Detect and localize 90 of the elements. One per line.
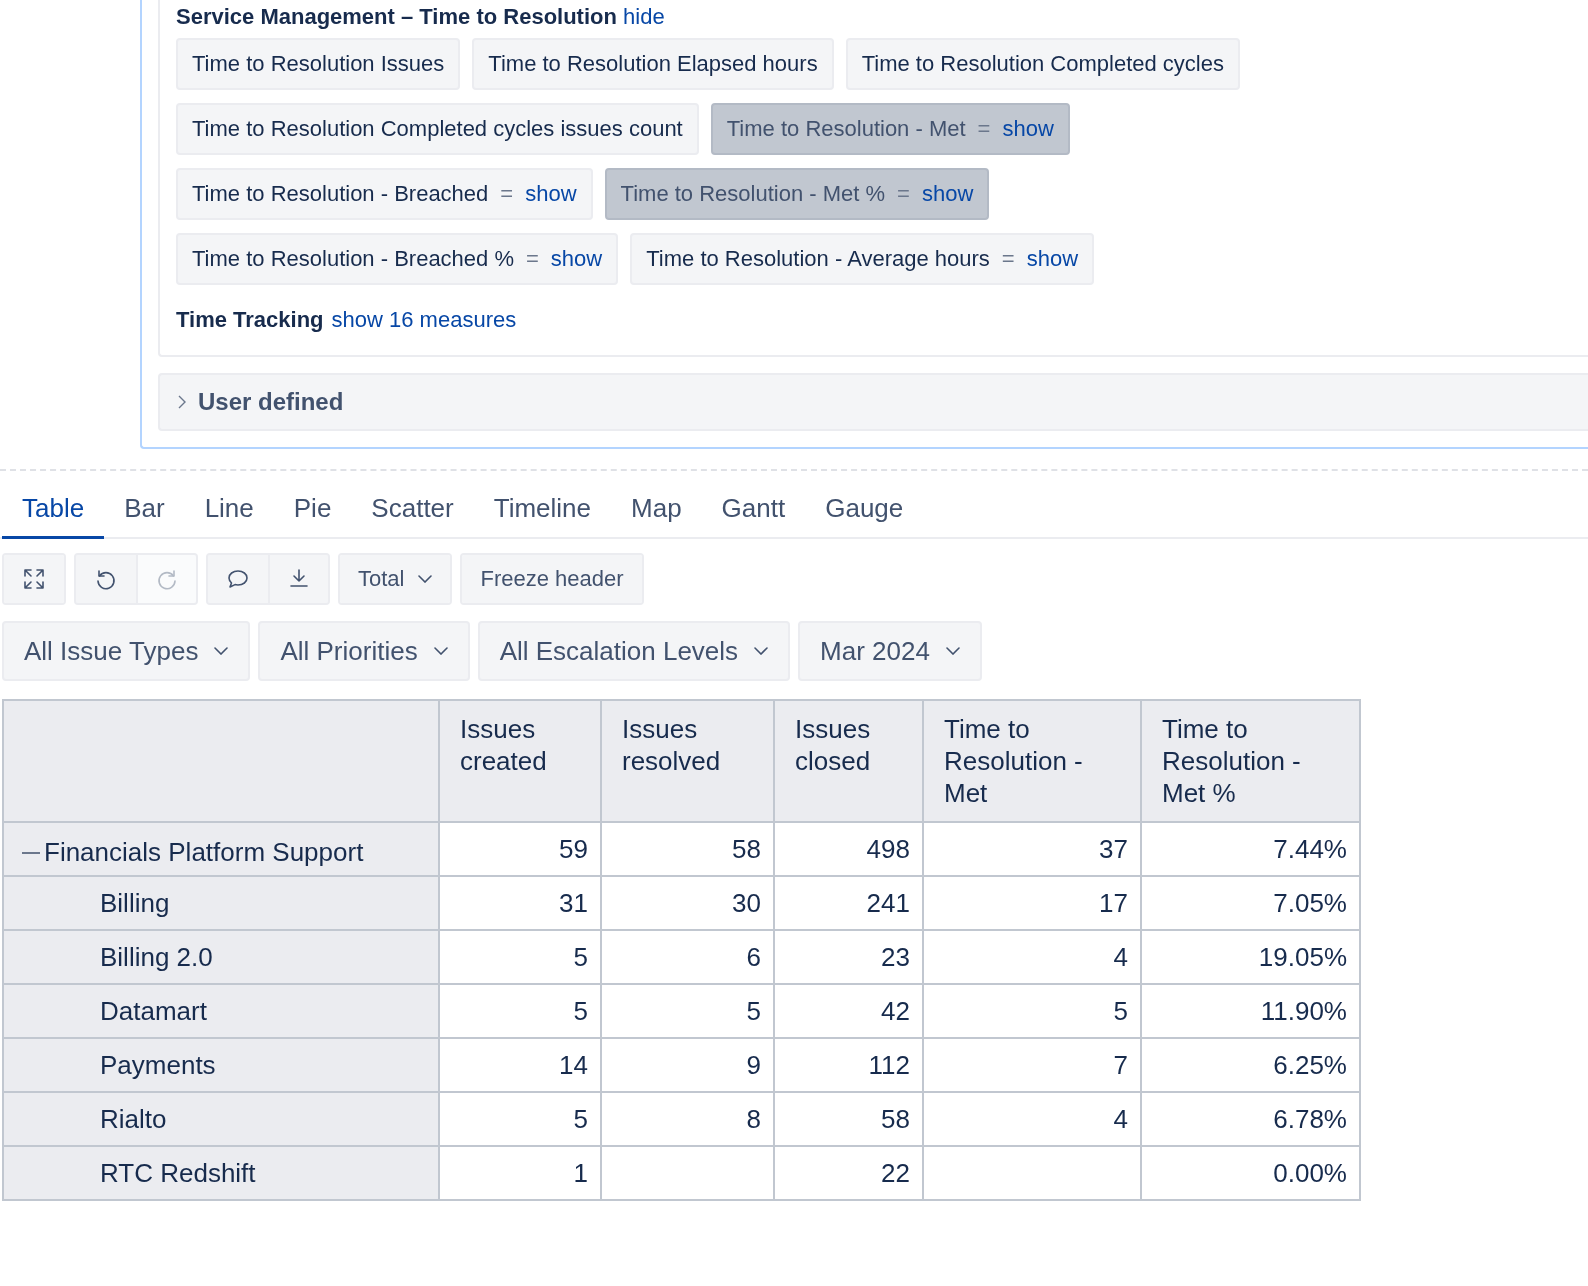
- freeze-header-button[interactable]: Freeze header: [462, 555, 642, 603]
- table-cell: 7: [923, 1038, 1141, 1092]
- view-tab[interactable]: Map: [611, 493, 702, 539]
- undo-icon: [94, 567, 118, 591]
- table-cell: 59: [439, 822, 601, 876]
- table-cell: 5: [923, 984, 1141, 1038]
- column-header: Issues closed: [774, 700, 923, 822]
- row-label: Payments: [100, 1049, 216, 1081]
- table-cell: 1: [439, 1146, 601, 1200]
- row-label: Rialto: [100, 1103, 167, 1135]
- view-tab[interactable]: Line: [184, 493, 274, 539]
- show-measures-link[interactable]: show 16 measures: [331, 307, 517, 333]
- measure-chip[interactable]: Time to Resolution - Met % = show: [604, 168, 990, 220]
- view-tab[interactable]: Table: [2, 493, 105, 539]
- table-cell: 58: [774, 1092, 923, 1146]
- table-cell: 58: [601, 822, 774, 876]
- comment-icon: [226, 567, 250, 591]
- table-cell: 112: [774, 1038, 923, 1092]
- table-cell: 30: [601, 876, 774, 930]
- table-cell: 14: [439, 1038, 601, 1092]
- fullscreen-icon: [22, 567, 46, 591]
- view-tab[interactable]: Scatter: [351, 493, 474, 539]
- table-cell: 6.25%: [1141, 1038, 1360, 1092]
- hide-link[interactable]: hide: [623, 4, 665, 29]
- fullscreen-button[interactable]: [4, 555, 64, 603]
- table-cell: 6.78%: [1141, 1092, 1360, 1146]
- table-cell: 0.00%: [1141, 1146, 1360, 1200]
- caret-icon: [214, 647, 229, 655]
- filter-dropdown[interactable]: All Escalation Levels: [477, 621, 791, 681]
- table-cell: 7.05%: [1141, 876, 1360, 930]
- table-cell: 8: [601, 1092, 774, 1146]
- measure-chip[interactable]: Time to Resolution - Breached = show: [176, 168, 593, 220]
- row-label: Datamart: [100, 995, 207, 1027]
- section-title: Time Tracking: [176, 307, 324, 333]
- row-label: RTC Redshift: [100, 1157, 256, 1189]
- measure-chip[interactable]: Time to Resolution Elapsed hours: [472, 38, 834, 90]
- show-link[interactable]: show: [921, 181, 974, 207]
- table-cell: 5: [439, 930, 601, 984]
- show-link[interactable]: show: [550, 246, 603, 272]
- table-cell: 5: [439, 1092, 601, 1146]
- redo-icon: [155, 567, 179, 591]
- table-cell: 498: [774, 822, 923, 876]
- caret-icon: [418, 575, 433, 583]
- measure-chip[interactable]: Time to Resolution - Average hours = show: [630, 233, 1095, 285]
- table-cell: 11.90%: [1141, 984, 1360, 1038]
- view-tab[interactable]: Gauge: [805, 493, 924, 539]
- caret-icon: [945, 647, 960, 655]
- filter-dropdown[interactable]: All Issue Types: [2, 621, 251, 681]
- measure-chip[interactable]: Time to Resolution Completed cycles: [845, 38, 1240, 90]
- view-tab[interactable]: Timeline: [473, 493, 612, 539]
- table-cell: 22: [774, 1146, 923, 1200]
- view-tab[interactable]: Gantt: [701, 493, 806, 539]
- measure-chip[interactable]: Time to Resolution Completed cycles issues count: [176, 103, 699, 155]
- measure-chip[interactable]: Time to Resolution - Breached % = show: [176, 233, 619, 285]
- table-cell: 5: [439, 984, 601, 1038]
- table-cell: 17: [923, 876, 1141, 930]
- collapsible-section[interactable]: User defined: [158, 373, 1588, 431]
- table-cell: 42: [774, 984, 923, 1038]
- table-cell: 9: [601, 1038, 774, 1092]
- column-header: Issues created: [439, 700, 601, 822]
- caret-icon: [433, 647, 448, 655]
- show-link[interactable]: show: [525, 181, 577, 207]
- filter-dropdown[interactable]: All Priorities: [258, 621, 470, 681]
- row-label: Billing 2.0: [100, 941, 213, 973]
- row-label: Billing: [100, 887, 170, 919]
- table-cell: 6: [601, 930, 774, 984]
- collapse-icon[interactable]: [22, 851, 40, 854]
- table-cell: 31: [439, 876, 601, 930]
- caret-icon: [754, 647, 769, 655]
- table-cell: 7.44%: [1141, 822, 1360, 876]
- view-tab[interactable]: Pie: [273, 493, 352, 539]
- table-cell: 241: [774, 876, 923, 930]
- show-link[interactable]: show: [1002, 116, 1054, 142]
- show-link[interactable]: show: [1026, 246, 1079, 272]
- section-title: Service Management – Time to Resolution: [176, 4, 618, 29]
- table-cell: 4: [923, 930, 1141, 984]
- measure-chip[interactable]: Time to Resolution - Met = show: [710, 103, 1070, 155]
- table-cell: 37: [923, 822, 1141, 876]
- measure-chip[interactable]: Time to Resolution Issues: [176, 38, 461, 90]
- total-dropdown[interactable]: Total: [340, 555, 451, 603]
- column-header: Issues resolved: [601, 700, 774, 822]
- column-header: Time to Resolution - Met %: [1141, 700, 1360, 822]
- table-cell: 23: [774, 930, 923, 984]
- column-header: Time to Resolution - Met: [923, 700, 1141, 822]
- table-cell: 5: [601, 984, 774, 1038]
- row-label: Financials Platform Support: [44, 837, 364, 869]
- table-cell: 19.05%: [1141, 930, 1360, 984]
- filter-dropdown[interactable]: Mar 2024: [798, 621, 982, 681]
- view-tab[interactable]: Bar: [104, 493, 185, 539]
- table-cell: 4: [923, 1092, 1141, 1146]
